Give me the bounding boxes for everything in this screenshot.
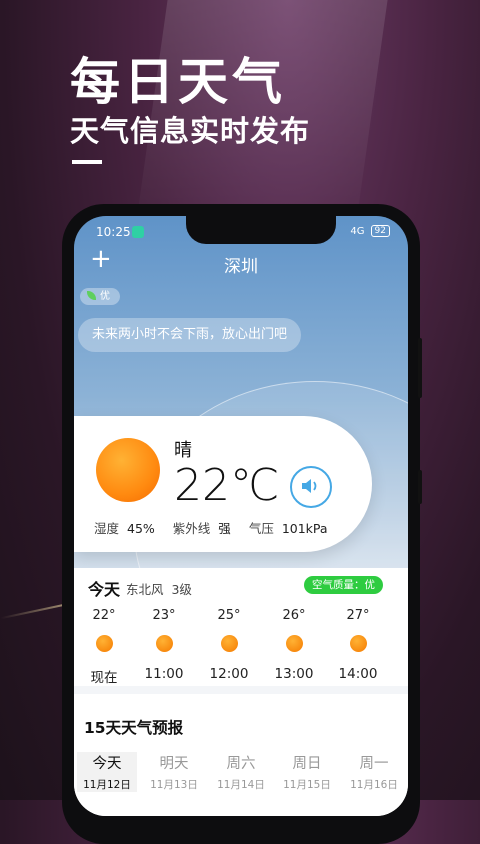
day-tab[interactable]: 周一 11月16日 [344,752,404,792]
phone-side-button [418,470,422,504]
day-tab[interactable]: 周日 11月15日 [277,752,337,792]
hour-item: 27° 14:00 [338,608,378,682]
sunny-icon [285,635,303,652]
decorative-line [0,602,70,620]
day-tab[interactable]: 今天 11月12日 [77,752,137,792]
status-indicators: 4G 92 [350,225,390,237]
weather-condition: 晴 [174,440,192,461]
hour-item: 23° 11:00 [144,608,184,682]
promo-divider [72,160,102,164]
sunny-icon [155,635,173,652]
battery-icon: 92 [370,225,390,237]
day-tab[interactable]: 明天 11月13日 [144,752,204,792]
today-panel: 今天 东北风 3级 空气质量：优 22° 现在 23° 11:00 25° 12… [74,568,408,686]
pressure-metric: 气压 101kPa [248,521,328,536]
city-name[interactable]: 深圳 [74,252,408,277]
signal-icon: 4G [350,225,365,237]
humidity-value: 45% [127,521,155,536]
sunny-icon [220,635,238,652]
aqi-pill-label: 优 [100,291,110,302]
hour-item: 26° 13:00 [274,608,314,682]
current-weather-card: 晴 22℃ 湿度 45% 紫外线 强 气压 101kPa [74,416,372,552]
uv-metric: 紫外线 强 [172,521,231,536]
voice-broadcast-button[interactable] [290,466,332,508]
weather-metrics: 湿度 45% 紫外线 强 气压 101kPa [94,518,346,537]
forecast-title: 15天天气预报 [84,719,184,737]
notification-icon [132,226,144,238]
promo-title: 每日天气 [70,53,286,111]
status-time: 10:25 [96,225,131,239]
air-quality-badge[interactable]: 空气质量：优 [304,576,383,594]
hour-item: 25° 12:00 [209,608,249,682]
promo-subtitle: 天气信息实时发布 [70,114,311,148]
app-screen: 10:25 4G 92 + 深圳 优 未来两小时不会下雨，放心出门吧 晴 22℃… [74,216,408,816]
pressure-value: 101kPa [281,521,328,536]
phone-notch [186,216,336,244]
sunny-icon [349,635,367,652]
forecast-panel: 15天天气预报 今天 11月12日 明天 11月13日 周六 11月14日 周日… [74,694,408,816]
sunny-icon [96,438,160,502]
wind-info: 东北风 3级 [126,582,192,597]
uv-value: 强 [218,521,231,536]
speaker-icon [302,479,317,493]
humidity-metric: 湿度 45% [94,521,155,536]
sunny-icon [95,635,113,652]
hour-item: 22° 现在 [90,608,118,686]
current-temperature: 22℃ [174,460,280,511]
phone-side-button [418,338,422,398]
day-tab[interactable]: 周六 11月14日 [211,752,271,792]
aqi-pill[interactable]: 优 [80,288,120,305]
today-label: 今天 [88,580,121,599]
rain-tip: 未来两小时不会下雨，放心出门吧 [78,318,302,352]
leaf-icon [87,291,96,300]
